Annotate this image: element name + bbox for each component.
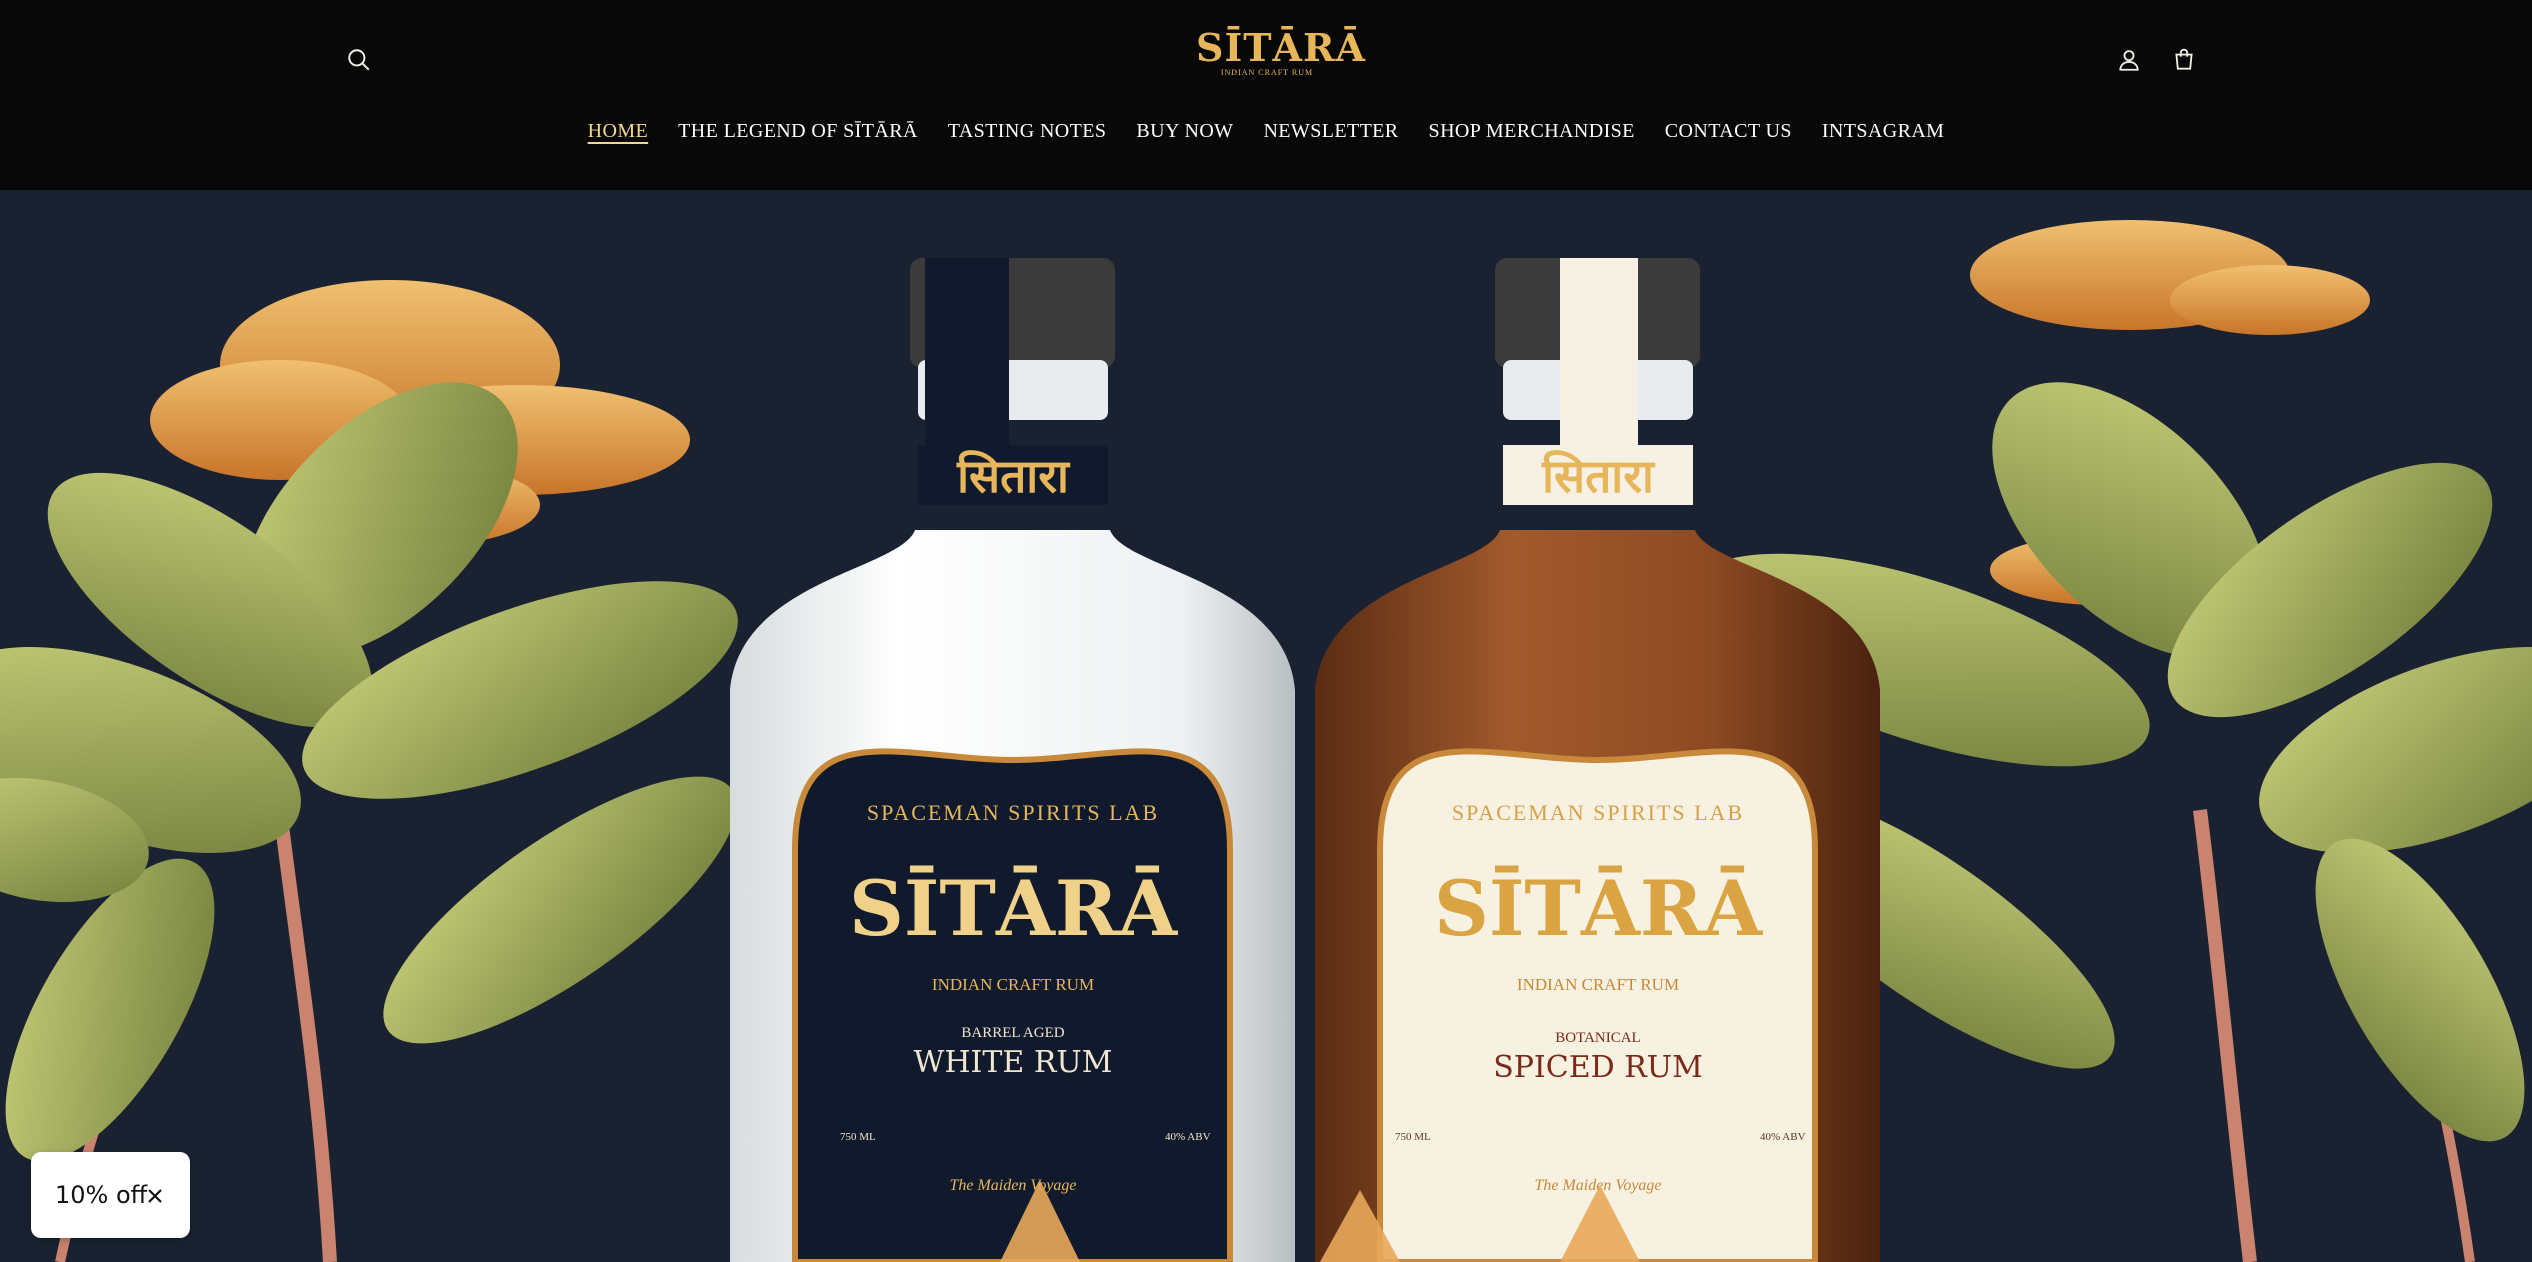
discount-popup[interactable]: 10% off bbox=[31, 1152, 190, 1238]
bottle-2-subtitle: INDIAN CRAFT RUM bbox=[1517, 975, 1679, 994]
bottle-2-maker: SPACEMAN SPIRITS LAB bbox=[1452, 800, 1744, 825]
bottle-1-variant-top: BARREL AGED bbox=[961, 1025, 1064, 1041]
main-navigation: HOME THE LEGEND OF SĪTĀRĀ TASTING NOTES … bbox=[0, 120, 2532, 143]
bottle-2-neck-text: सितारा bbox=[1541, 449, 1656, 503]
bottle-1-script: The Maiden Voyage bbox=[949, 1177, 1076, 1194]
bottle-1-maker: SPACEMAN SPIRITS LAB bbox=[867, 800, 1159, 825]
account-icon[interactable] bbox=[2105, 36, 2153, 84]
bottle-2-abv: 40% ABV bbox=[1760, 1131, 1806, 1143]
hero-illustration: सितारा SPACEMAN SPIRITS LAB SĪTĀRĀ INDIA… bbox=[0, 220, 2532, 1262]
bottle-2-variant: SPICED RUM bbox=[1493, 1050, 1703, 1085]
nav-instagram[interactable]: INTSAGRAM bbox=[1822, 120, 1945, 143]
bottle-1-name: SĪTĀRĀ bbox=[849, 864, 1178, 953]
search-icon[interactable] bbox=[335, 36, 383, 84]
site-header: SĪTĀRĀ INDIAN CRAFT RUM HOME THE LEGEND … bbox=[0, 0, 2532, 190]
bottle-white-rum: सितारा SPACEMAN SPIRITS LAB SĪTĀRĀ INDIA… bbox=[730, 258, 1295, 1262]
nav-tasting-notes[interactable]: TASTING NOTES bbox=[948, 120, 1107, 143]
discount-label[interactable]: 10% off bbox=[55, 1181, 147, 1209]
logo-wordmark: SĪTĀRĀ bbox=[1196, 25, 1367, 70]
hero-banner: सितारा SPACEMAN SPIRITS LAB SĪTĀRĀ INDIA… bbox=[0, 190, 2532, 1262]
nav-contact-us[interactable]: CONTACT US bbox=[1665, 120, 1792, 143]
close-icon[interactable] bbox=[145, 1186, 165, 1206]
nav-newsletter[interactable]: NEWSLETTER bbox=[1263, 120, 1398, 143]
site-logo[interactable]: SĪTĀRĀ INDIAN CRAFT RUM bbox=[1196, 25, 1367, 84]
bottle-2-volume: 750 ML bbox=[1395, 1131, 1431, 1143]
bottle-2-name: SĪTĀRĀ bbox=[1434, 864, 1763, 953]
bottle-spiced-rum: सितारा SPACEMAN SPIRITS LAB SĪTĀRĀ INDIA… bbox=[1315, 258, 1880, 1262]
bottle-1-variant: WHITE RUM bbox=[914, 1045, 1113, 1080]
bottle-1-subtitle: INDIAN CRAFT RUM bbox=[932, 975, 1094, 994]
nav-legend[interactable]: THE LEGEND OF SĪTĀRĀ bbox=[678, 120, 918, 143]
cart-icon[interactable] bbox=[2160, 36, 2208, 84]
nav-buy-now[interactable]: BUY NOW bbox=[1136, 120, 1233, 143]
bottle-2-variant-top: BOTANICAL bbox=[1555, 1030, 1640, 1046]
bottle-1-volume: 750 ML bbox=[840, 1131, 876, 1143]
nav-shop-merchandise[interactable]: SHOP MERCHANDISE bbox=[1429, 120, 1635, 143]
bottle-1-neck-text: सितारा bbox=[956, 449, 1071, 503]
nav-home[interactable]: HOME bbox=[588, 120, 649, 143]
bottle-1-abv: 40% ABV bbox=[1165, 1131, 1211, 1143]
